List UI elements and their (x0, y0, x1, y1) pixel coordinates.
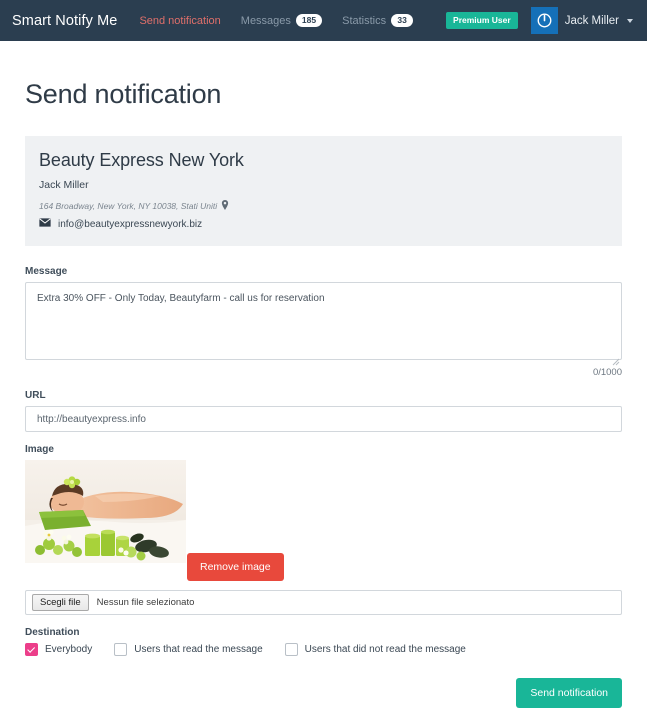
remove-image-button[interactable]: Remove image (187, 553, 284, 581)
top-navbar: Smart Notify Me Send notification Messag… (0, 0, 647, 41)
image-preview-area: Remove image (25, 460, 622, 581)
checkbox-users-read[interactable] (114, 643, 128, 656)
destination-option-everybody[interactable]: Everybody (25, 643, 92, 656)
user-menu[interactable]: Jack Miller (530, 7, 637, 34)
destination-option-label: Users that did not read the message (304, 644, 466, 655)
business-email-row: info@beautyexpressnewyork.biz (39, 218, 608, 230)
choose-file-button[interactable]: Scegli file (32, 593, 89, 612)
nav-link-label: Messages (240, 14, 291, 27)
url-section: URL (25, 390, 622, 432)
nav-links: Send notification Messages 185 Statistic… (139, 14, 414, 27)
business-address-row: 164 Broadway, New York, NY 10038, Stati … (39, 200, 608, 212)
submit-row: Send notification (25, 678, 622, 708)
message-label: Message (25, 266, 68, 277)
premium-user-badge[interactable]: Premium User (446, 12, 518, 29)
chevron-down-icon (627, 18, 633, 23)
user-name-label: Jack Miller (564, 14, 619, 27)
destination-option-label: Users that read the message (134, 644, 263, 655)
checkbox-everybody[interactable] (25, 643, 38, 656)
checkbox-users-not-read[interactable] (284, 643, 298, 656)
file-upload-row[interactable]: Scegli file Nessun file selezionato (25, 590, 622, 615)
destination-section: Destination Everybody Users that read th… (25, 627, 622, 656)
nav-link-messages[interactable]: Messages 185 (240, 14, 323, 27)
destination-option-read[interactable]: Users that read the message (114, 643, 263, 656)
character-counter: 0/1000 (592, 367, 622, 378)
send-notification-button[interactable]: Send notification (516, 678, 622, 708)
image-section: Image Remove image (25, 444, 622, 581)
message-section: Message 0/1000 (25, 266, 622, 378)
business-name: Beauty Express New York (39, 150, 244, 170)
url-input[interactable] (25, 406, 622, 432)
file-status-label: Nessun file selezionato (96, 597, 195, 608)
nav-link-label: Send notification (139, 14, 221, 27)
image-preview (25, 460, 186, 563)
nav-link-label: Statistics (342, 14, 387, 27)
destination-options: Everybody Users that read the message Us… (25, 643, 622, 656)
map-pin-icon (221, 200, 229, 212)
message-textarea-wrap (25, 282, 622, 366)
destination-label: Destination (25, 627, 80, 638)
power-icon (530, 7, 558, 34)
envelope-icon (39, 218, 51, 230)
destination-option-label: Everybody (45, 644, 93, 655)
page-title: Send notification (25, 79, 222, 109)
business-owner: Jack Miller (39, 179, 89, 191)
image-label: Image (25, 444, 54, 455)
message-input[interactable] (25, 282, 622, 360)
url-label: URL (25, 390, 46, 401)
messages-badge: 185 (295, 14, 323, 27)
destination-option-not-read[interactable]: Users that did not read the message (284, 643, 466, 656)
nav-link-statistics[interactable]: Statistics 33 (342, 14, 414, 27)
nav-link-send-notification[interactable]: Send notification (139, 15, 220, 27)
business-address: 164 Broadway, New York, NY 10038, Stati … (39, 201, 218, 211)
navbar-right: Premium User Jack Miller (446, 7, 637, 34)
page-container: Send notification Beauty Express New Yor… (0, 79, 647, 708)
business-info-panel: Beauty Express New York Jack Miller 164 … (25, 136, 622, 246)
business-email: info@beautyexpressnewyork.biz (58, 218, 203, 230)
statistics-badge: 33 (391, 14, 414, 27)
brand-logo[interactable]: Smart Notify Me (12, 13, 117, 29)
